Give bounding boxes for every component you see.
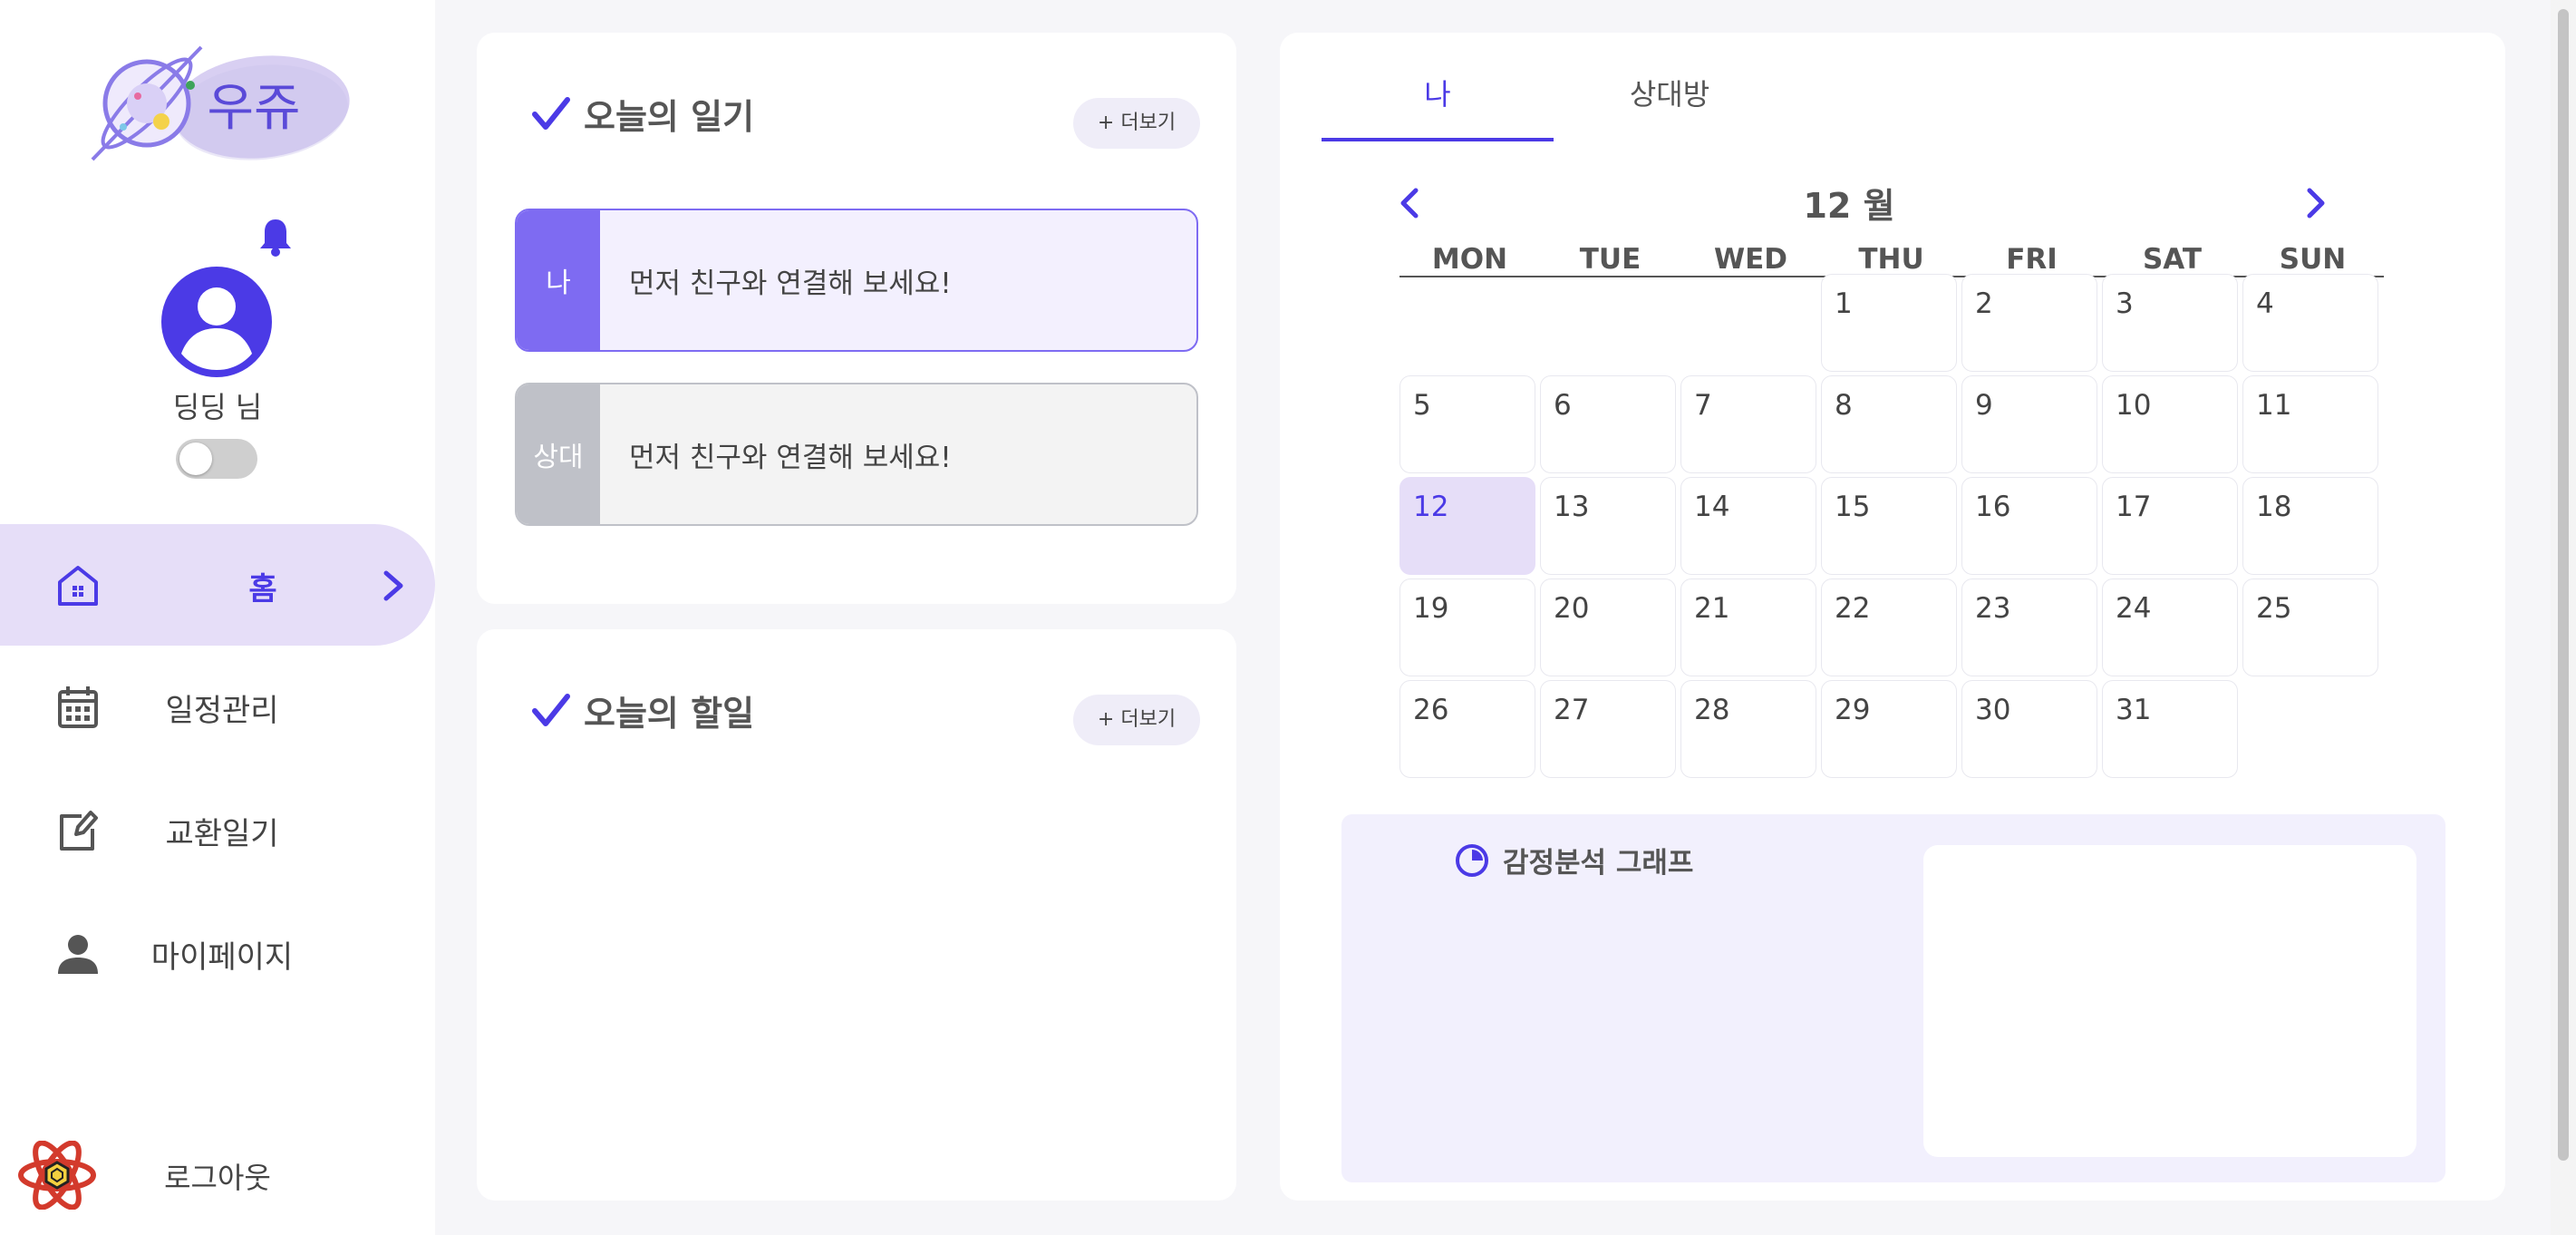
pie-chart-icon [1456, 843, 1488, 877]
calendar-card: 나 상대방 12 월 MON TUE WED THU FRI SAT SUN 1234567… [1280, 33, 2505, 1201]
sidebar-item-label: 일정관리 [165, 693, 279, 729]
chevron-right-icon[interactable] [2302, 185, 2329, 221]
calendar-day[interactable]: 6 [1540, 375, 1676, 473]
logout-button[interactable]: 로그아웃 [127, 1155, 308, 1197]
diary-card: 오늘의 일기 + 더보기 나 먼저 친구와 연결해 보세요! 상대 먼저 친구와… [477, 33, 1236, 604]
calendar-day[interactable]: 22 [1821, 579, 1957, 676]
weekday-label: TUE [1579, 243, 1641, 276]
mode-toggle[interactable] [176, 439, 257, 479]
user-name: 딩딩 님 [172, 390, 263, 424]
toggle-knob [179, 442, 212, 475]
sidebar-item-schedule[interactable]: 일정관리 [0, 646, 435, 767]
calendar-day[interactable]: 25 [2242, 579, 2378, 676]
month-label: 12 월 [1803, 186, 1895, 226]
entry-tag: 나 [517, 210, 600, 350]
todo-card-title: 오늘의 할일 [531, 686, 754, 735]
diary-more-button[interactable]: + 더보기 [1073, 98, 1200, 149]
react-logo-icon [18, 1141, 96, 1210]
weekday-header: MON TUE WED THU FRI SAT SUN [1399, 243, 2384, 277]
calendar-day[interactable]: 14 [1680, 477, 1816, 575]
calendar-day[interactable]: 20 [1540, 579, 1676, 676]
calendar-day[interactable]: 17 [2102, 477, 2238, 575]
calendar-day[interactable]: 9 [1961, 375, 2097, 473]
calendar-day[interactable]: 1 [1821, 274, 1957, 372]
diary-entry-partner[interactable]: 상대 먼저 친구와 연결해 보세요! [515, 383, 1198, 526]
weekday-label: SAT [2142, 243, 2203, 276]
todo-more-button[interactable]: + 더보기 [1073, 695, 1200, 745]
weekday-label: FRI [2006, 243, 2058, 276]
emotion-graph-area [1923, 845, 2416, 1157]
calendar-day[interactable]: 23 [1961, 579, 2097, 676]
entry-tag: 상대 [517, 384, 600, 524]
calendar-day[interactable]: 30 [1961, 680, 2097, 778]
calendar-day[interactable]: 31 [2102, 680, 2238, 778]
sidebar-item-label: 교환일기 [165, 816, 279, 852]
emotion-panel: 감정분석 그래프 [1341, 814, 2445, 1182]
calendar-day[interactable]: 26 [1399, 680, 1535, 778]
calendar-day[interactable]: 5 [1399, 375, 1535, 473]
calendar-day[interactable]: 8 [1821, 375, 1957, 473]
todo-card: 오늘의 할일 + 더보기 [477, 629, 1236, 1201]
sidebar-item-label: 홈 [248, 571, 277, 608]
calendar-day[interactable]: 27 [1540, 680, 1676, 778]
calendar-day[interactable]: 2 [1961, 274, 2097, 372]
tab-me[interactable]: 나 [1322, 58, 1554, 141]
calendar-day[interactable]: 19 [1399, 579, 1535, 676]
calendar-day[interactable]: 18 [2242, 477, 2378, 575]
todo-title: 오늘의 할일 [584, 694, 755, 734]
weekday-label: MON [1431, 243, 1508, 276]
home-icon [58, 566, 98, 606]
month-navigator: 12 월 [1396, 165, 2325, 243]
calendar-day[interactable]: 10 [2102, 375, 2238, 473]
scrollbar[interactable] [2551, 0, 2576, 1235]
avatar[interactable] [161, 267, 272, 377]
tab-partner[interactable]: 상대방 [1554, 58, 1786, 141]
scroll-thumb[interactable] [2558, 9, 2569, 1161]
calendar-day-today[interactable]: 12 [1399, 477, 1535, 575]
sidebar-item-label: 마이페이지 [150, 939, 294, 976]
sidebar-item-mypage[interactable]: 마이페이지 [0, 892, 435, 1014]
calendar-day[interactable]: 28 [1680, 680, 1816, 778]
diary-card-title: 오늘의 일기 [531, 89, 754, 139]
calendar-day[interactable]: 4 [2242, 274, 2378, 372]
calendar-day[interactable]: 3 [2102, 274, 2238, 372]
person-icon [58, 935, 98, 974]
weekday-label: WED [1713, 243, 1788, 276]
entry-text: 먼저 친구와 연결해 보세요! [629, 441, 952, 474]
weekday-label: THU [1858, 243, 1924, 276]
calendar-day[interactable]: 29 [1821, 680, 1957, 778]
weekday-label: SUN [2279, 243, 2347, 276]
diary-title: 오늘의 일기 [584, 97, 755, 137]
calendar-day[interactable]: 11 [2242, 375, 2378, 473]
calendar-day[interactable]: 15 [1821, 477, 1957, 575]
calendar-icon [58, 686, 98, 728]
check-icon [532, 693, 570, 726]
emotion-title: 감정분석 그래프 [1454, 840, 1693, 880]
calendar-day[interactable]: 21 [1680, 579, 1816, 676]
diary-entry-me[interactable]: 나 먼저 친구와 연결해 보세요! [515, 209, 1198, 352]
sidebar-item-home[interactable]: 홈 [0, 524, 435, 646]
calendar-day[interactable]: 24 [2102, 579, 2238, 676]
svg-text:우쥬: 우쥬 [207, 79, 300, 138]
entry-text: 먼저 친구와 연결해 보세요! [629, 267, 952, 300]
calendar-day[interactable]: 13 [1540, 477, 1676, 575]
sidebar: 우쥬 딩딩 님 홈 일정관리 교환일기 마이페이지 로그아웃 [0, 0, 435, 1235]
calendar-day[interactable]: 16 [1961, 477, 2097, 575]
check-icon [532, 96, 570, 130]
chevron-right-icon [383, 570, 403, 601]
emotion-title-text: 감정분석 그래프 [1503, 847, 1694, 880]
app-logo[interactable]: 우쥬 [83, 38, 355, 174]
calendar-day[interactable]: 7 [1680, 375, 1816, 473]
edit-note-icon [60, 811, 98, 851]
notification-bell-icon[interactable] [257, 216, 294, 258]
sidebar-item-exchange-diary[interactable]: 교환일기 [0, 769, 435, 890]
